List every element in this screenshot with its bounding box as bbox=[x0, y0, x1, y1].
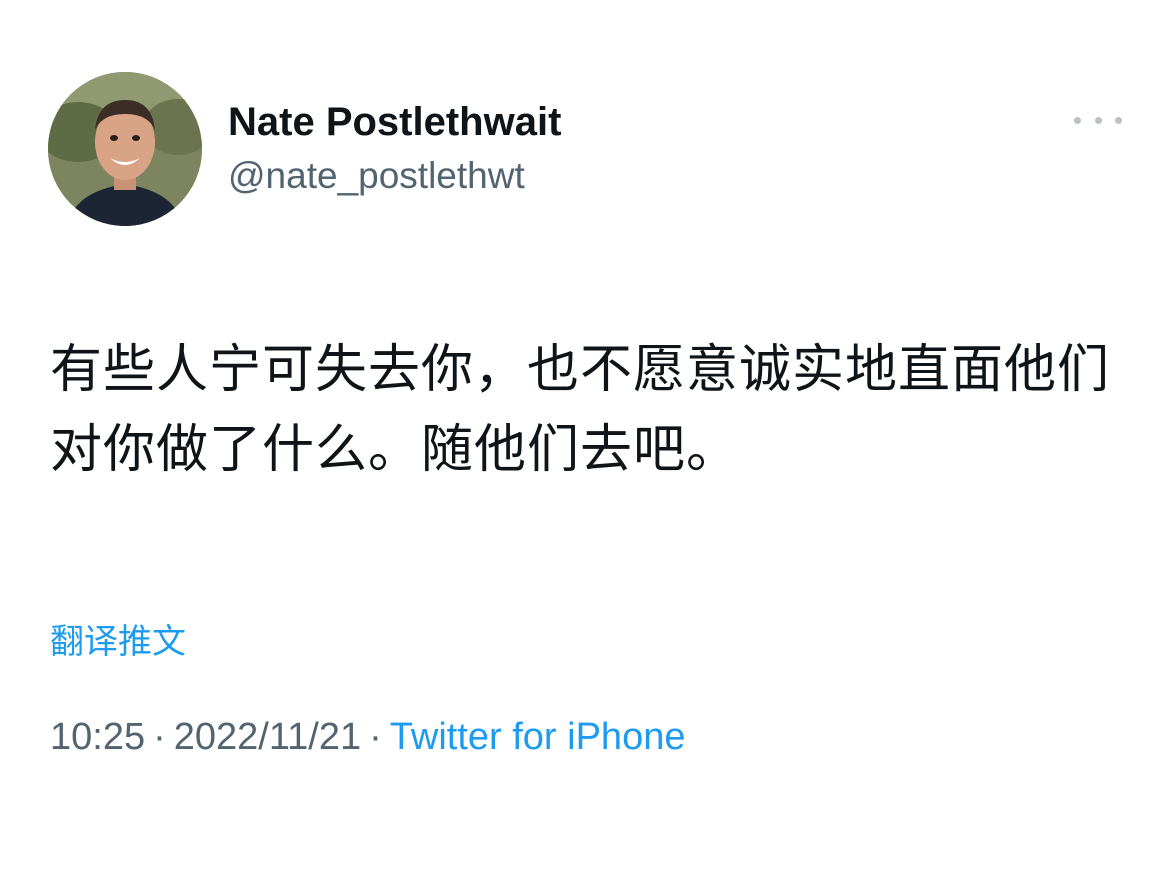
author-info: Nate Postlethwait @nate_postlethwt bbox=[228, 96, 561, 200]
more-horizontal-icon-dot bbox=[1115, 116, 1122, 124]
tweet-time[interactable]: 10:25 bbox=[50, 716, 145, 758]
tweet-source-link[interactable]: Twitter for iPhone bbox=[390, 716, 686, 758]
tweet-metadata: 10:25 · 2022/11/21 · Twitter for iPhone bbox=[50, 712, 685, 762]
author-handle[interactable]: @nate_postlethwt bbox=[228, 152, 561, 200]
avatar[interactable] bbox=[48, 72, 202, 226]
avatar-photo bbox=[48, 72, 202, 226]
tweet-card: Nate Postlethwait @nate_postlethwt 有些人宁可… bbox=[0, 0, 1170, 880]
more-options-button[interactable] bbox=[1074, 108, 1122, 132]
meta-separator: · bbox=[369, 716, 382, 758]
tweet-text: 有些人宁可失去你，也不愿意诚实地直面他们对你做了什么。随他们去吧。 bbox=[50, 340, 1111, 480]
translate-tweet-link[interactable]: 翻译推文 bbox=[50, 618, 186, 666]
more-horizontal-icon bbox=[1074, 116, 1081, 124]
meta-separator: · bbox=[153, 716, 166, 758]
more-horizontal-icon-dot bbox=[1094, 116, 1102, 124]
author-display-name[interactable]: Nate Postlethwait bbox=[228, 96, 561, 148]
tweet-date[interactable]: 2022/11/21 bbox=[174, 716, 361, 758]
